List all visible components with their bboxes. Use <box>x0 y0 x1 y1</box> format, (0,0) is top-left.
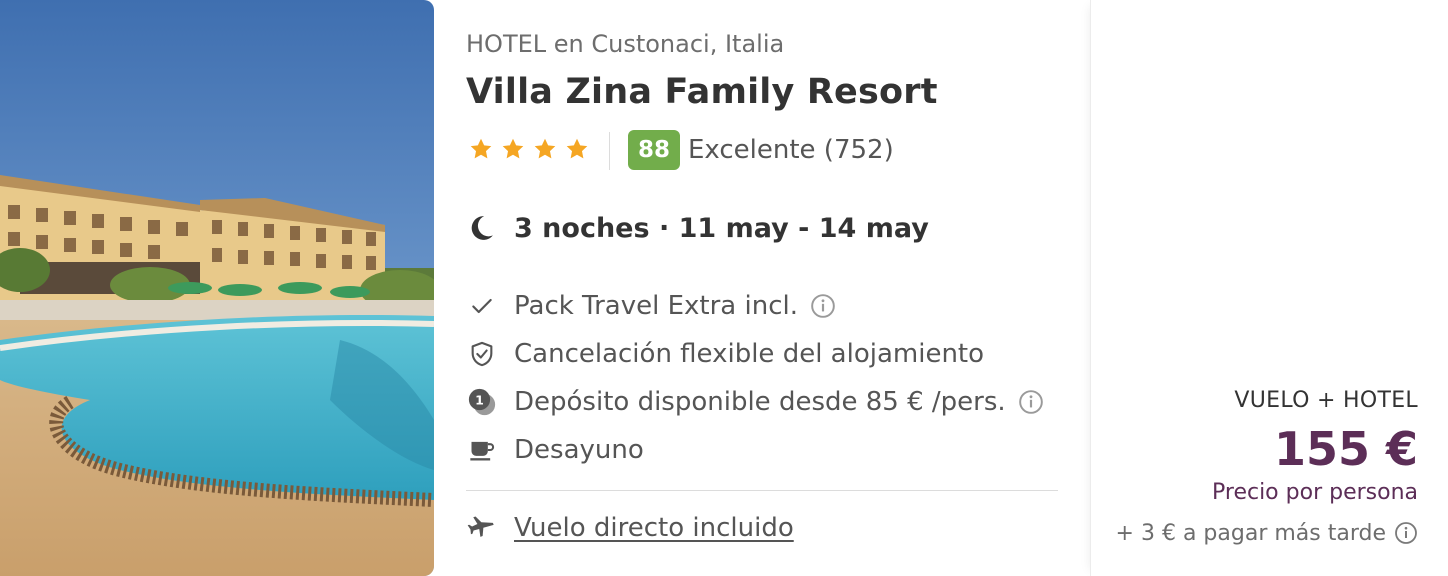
star-rating <box>468 136 590 162</box>
info-icon[interactable] <box>1394 521 1418 545</box>
feature-label: Cancelación flexible del alojamiento <box>514 339 985 369</box>
star-icon <box>470 138 492 159</box>
stay-dates: 3 noches · 11 may - 14 may <box>466 208 929 248</box>
feature-label: Desayuno <box>514 435 644 465</box>
airplane-icon <box>467 516 494 537</box>
flight-info: Vuelo directo incluido <box>466 508 794 548</box>
feature-item-deposit: 1 Depósito disponible desde 85 € /pers. <box>466 382 1044 422</box>
star-icon <box>502 138 524 159</box>
star-icon <box>566 138 588 159</box>
price-amount: 155 € <box>1273 422 1418 476</box>
extra-fee: + 3 € a pagar más tarde <box>1116 518 1418 548</box>
hotel-info: HOTEL en Custonaci, Italia Villa Zina Fa… <box>466 0 1060 576</box>
rating-divider <box>609 132 610 170</box>
feature-label: Pack Travel Extra incl. <box>514 291 798 321</box>
shield-check-icon <box>466 338 498 370</box>
review-score-badge[interactable]: 88 <box>628 130 680 170</box>
hotel-photo[interactable] <box>0 0 434 576</box>
hotel-location: HOTEL en Custonaci, Italia <box>466 30 785 58</box>
feature-item-cancellation: Cancelación flexible del alojamiento <box>466 334 984 374</box>
feature-label: Depósito disponible desde 85 € /pers. <box>514 387 1006 417</box>
hotel-photo-image <box>0 0 434 576</box>
price-panel[interactable]: VUELO + HOTEL 155 € Precio por persona +… <box>1090 0 1448 576</box>
hotel-name[interactable]: Villa Zina Family Resort <box>466 72 938 112</box>
feature-item-breakfast: Desayuno <box>466 430 644 470</box>
info-icon[interactable] <box>810 293 836 319</box>
section-divider <box>466 490 1058 491</box>
hotel-offer-card: HOTEL en Custonaci, Italia Villa Zina Fa… <box>0 0 1448 576</box>
rating-row: 88 Excelente (752) <box>466 130 1060 170</box>
price-per-person-note: Precio por persona <box>1212 480 1418 505</box>
stay-summary: 3 noches · 11 may - 14 may <box>514 212 929 244</box>
info-icon[interactable] <box>1018 389 1044 415</box>
coin-icon: 1 <box>466 386 498 418</box>
extra-fee-text: + 3 € a pagar más tarde <box>1115 520 1386 546</box>
coffee-cup-icon <box>466 434 498 466</box>
package-type: VUELO + HOTEL <box>1234 388 1418 413</box>
svg-text:1: 1 <box>475 393 484 408</box>
moon-icon <box>471 216 493 240</box>
feature-item-pack-travel: Pack Travel Extra incl. <box>466 286 836 326</box>
review-score-text[interactable]: Excelente (752) <box>688 135 894 165</box>
check-icon <box>466 290 498 322</box>
direct-flight-link[interactable]: Vuelo directo incluido <box>514 513 794 543</box>
star-icon <box>534 138 556 159</box>
